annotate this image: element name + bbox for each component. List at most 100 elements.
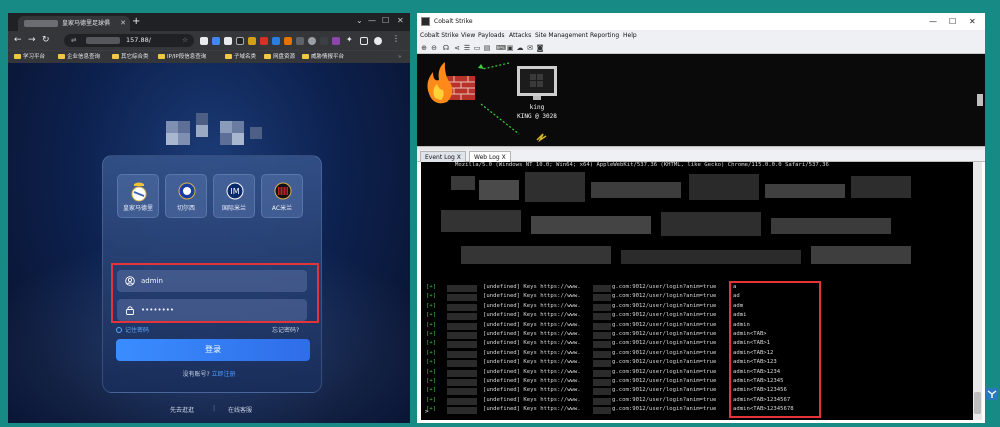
browse-link[interactable]: 先去逛逛 <box>170 405 194 414</box>
downloads-icon[interactable]: ☁ <box>516 44 524 52</box>
extensions-puzzle-icon[interactable]: ✦ <box>346 35 354 44</box>
web-log-console: Mozilla/5.0 (Windows NT 10.0; Win64; x64… <box>421 162 973 420</box>
profile-avatar-icon[interactable] <box>374 37 382 45</box>
menu-view[interactable]: View <box>461 30 475 42</box>
menu-attacks[interactable]: Attacks <box>509 30 531 42</box>
log-message: [undefined] Keys https://www. <box>483 331 581 337</box>
redacted-ip <box>447 388 477 396</box>
reload-icon[interactable]: ↻ <box>42 35 50 45</box>
log-prefix: [+] <box>426 293 437 300</box>
bookmark-folder[interactable]: IP/IP段信息查询 <box>158 53 206 62</box>
maximize-icon[interactable]: ☐ <box>949 13 956 30</box>
bookmark-folder[interactable]: 其它综合类 <box>112 53 149 62</box>
console-prompt[interactable]: > <box>425 409 428 415</box>
bookmark-folder[interactable]: 威胁情报平台 <box>302 53 344 62</box>
menu-help[interactable]: Help <box>623 30 637 42</box>
log-url: g.com:9012/user/login?anim=true <box>612 378 717 384</box>
tab-close-icon[interactable]: ✕ <box>120 16 126 31</box>
log-row: [+] [undefined] Keys https://www. g.com:90… <box>421 340 973 349</box>
screenshots-icon[interactable]: ▣ <box>506 44 514 52</box>
extension-icon[interactable] <box>296 37 304 45</box>
menu-reporting[interactable]: Reporting <box>590 30 619 42</box>
redacted-block <box>689 174 759 200</box>
tab-event-log[interactable]: Event Log X <box>420 151 466 162</box>
credentials-icon[interactable]: ▤ <box>483 44 491 52</box>
bookmark-folder[interactable]: 子域名类 <box>225 53 256 62</box>
extension-icon[interactable] <box>272 37 280 45</box>
tray-app-icon[interactable] <box>986 388 998 400</box>
close-window-icon[interactable]: ✕ <box>397 16 404 25</box>
firewall-icon[interactable] <box>427 62 475 104</box>
log-message: [undefined] Keys https://www. <box>483 340 581 347</box>
session-list-icon[interactable]: ☰ <box>463 44 471 52</box>
redacted-ip <box>447 369 477 377</box>
extension-icon[interactable] <box>332 37 340 45</box>
host-monitor-icon[interactable] <box>517 66 557 100</box>
scrollbar-thumb[interactable] <box>974 392 981 414</box>
bookmark-folder[interactable]: 学习平台 <box>14 53 45 62</box>
extension-icon[interactable] <box>212 37 220 45</box>
tab-close-icon[interactable]: X <box>457 154 461 161</box>
extension-icon[interactable] <box>260 37 268 45</box>
tab-web-log[interactable]: Web Log X <box>469 151 511 162</box>
url-input[interactable]: ⇄ 157.88/ ☆ <box>64 34 194 47</box>
minimize-icon[interactable]: — <box>929 13 937 30</box>
log-row: [+] [undefined] Keys https://www. g.com:90… <box>421 387 973 396</box>
menu-payloads[interactable]: Payloads <box>478 30 505 42</box>
keystrokes-icon[interactable]: ⌨ <box>496 44 506 52</box>
sidebar-icon[interactable] <box>360 37 368 45</box>
folder-icon <box>112 54 119 59</box>
camera-icon[interactable]: ◙ <box>536 44 544 52</box>
log-message: [undefined] Keys https://www. <box>483 396 581 403</box>
register-link[interactable]: 立即注册 <box>212 371 236 378</box>
extension-icon[interactable] <box>224 37 232 45</box>
radio-icon[interactable] <box>116 327 122 333</box>
tab-close-icon[interactable]: X <box>502 154 506 161</box>
extension-icon[interactable] <box>308 37 316 45</box>
bookmark-folder[interactable]: 网盘资源 <box>264 53 295 62</box>
redacted-ip <box>447 332 477 339</box>
mail-icon[interactable]: ✉ <box>526 44 534 52</box>
log-row: [+] [undefined] Keys https://www. g.com:90… <box>421 406 973 415</box>
log-row: [+] [undefined] Keys https://www. g.com:90… <box>421 322 973 331</box>
menu-kebab-icon[interactable]: ⋮ <box>392 34 400 43</box>
redacted-domain <box>593 379 611 386</box>
browser-tab[interactable]: 皇家马德里足球俱 ✕ <box>18 16 130 31</box>
maximize-icon[interactable]: ☐ <box>382 16 389 25</box>
pivot-graph-icon[interactable]: ⋖ <box>453 44 461 52</box>
customer-service-link[interactable]: 在线客服 <box>228 405 252 414</box>
bookmark-folder[interactable]: 企业信息查询 <box>58 53 100 62</box>
login-button[interactable]: 登录 <box>116 339 310 361</box>
close-window-icon[interactable]: ✕ <box>969 13 976 30</box>
menu-cobalt-strike[interactable]: Cobalt Strike <box>420 30 459 42</box>
forgot-password-link[interactable]: 忘记密码? <box>272 325 299 334</box>
log-row: [+] [undefined] Keys https://www. g.com:90… <box>421 293 973 302</box>
address-bar-row: ← → ↻ ⇄ 157.88/ ☆ ✦ ⋮ <box>8 31 410 50</box>
bookmark-star-icon[interactable]: ☆ <box>182 34 188 47</box>
chevron-down-icon[interactable]: ⌄ <box>356 16 363 25</box>
disconnect-icon[interactable]: ⊖ <box>430 44 438 52</box>
browser-window: 皇家马德里足球俱 ✕ + ⌄ — ☐ ✕ ← → ↻ ⇄ 157.88/ ☆ ✦ <box>8 13 410 423</box>
log-prefix: [+] <box>426 349 437 356</box>
new-tab-icon[interactable]: + <box>132 16 140 28</box>
site-info-icon[interactable]: ⇄ <box>71 34 76 47</box>
extension-icon[interactable] <box>236 37 244 45</box>
minimize-icon[interactable]: — <box>368 16 376 25</box>
extension-icon[interactable] <box>320 37 328 45</box>
targets-icon[interactable]: ▭ <box>473 44 481 52</box>
back-icon[interactable]: ← <box>14 35 22 45</box>
ac-milan-crest-icon <box>274 182 292 200</box>
remember-password-option[interactable]: 记住密码 <box>116 325 149 334</box>
menu-site-management[interactable]: Site Management <box>535 30 588 42</box>
bookmarks-overflow-icon[interactable]: » <box>398 53 401 62</box>
listeners-headphones-icon[interactable]: ☊ <box>442 44 450 52</box>
connect-icon[interactable]: ⊕ <box>420 44 428 52</box>
console-scrollbar[interactable] <box>973 162 982 420</box>
redacted-ip <box>447 322 477 330</box>
forward-icon[interactable]: → <box>28 35 36 45</box>
graph-scrollbar[interactable] <box>977 94 983 106</box>
log-url: g.com:9012/user/login?anim=true <box>612 396 717 403</box>
extension-icon[interactable] <box>200 37 208 45</box>
extension-icon[interactable] <box>248 37 256 45</box>
extension-icon[interactable] <box>284 37 292 45</box>
